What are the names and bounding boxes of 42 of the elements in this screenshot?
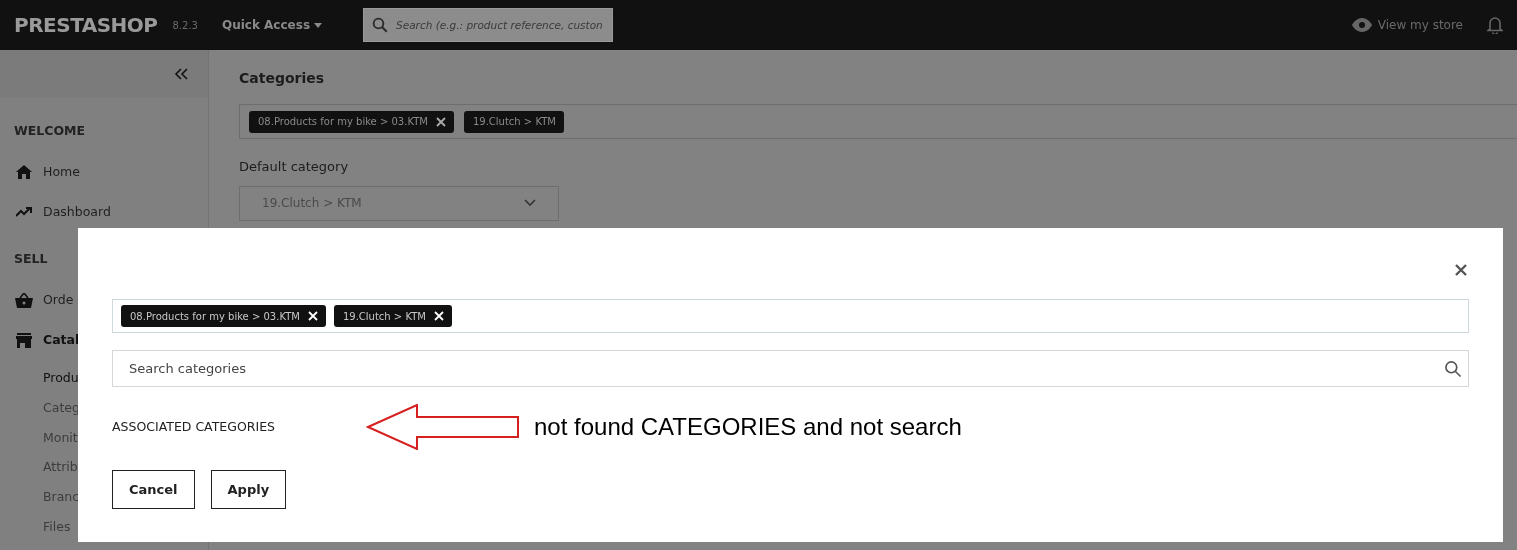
trend-icon xyxy=(15,207,32,217)
remove-icon[interactable] xyxy=(435,116,446,127)
search-icon xyxy=(371,16,390,34)
category-tag: 08.Products for my bike > 03.KTM xyxy=(249,110,454,133)
tag-input[interactable]: 08.Products for my bike > 03.KTM 19.Clutch > KTM xyxy=(239,104,1517,139)
search-icon xyxy=(1443,359,1463,379)
sidebar-item[interactable]: Home xyxy=(43,162,80,182)
category-tag: 08.Products for my bike > 03.KTM xyxy=(121,305,326,327)
section-title: Categories xyxy=(239,69,326,88)
sidebar-subitem[interactable]: Branc xyxy=(43,488,80,507)
sidebar-section-title: SELL xyxy=(14,250,49,268)
version-label: 8.2.3 xyxy=(172,18,198,33)
sidebar-subitem[interactable]: Files xyxy=(43,517,71,537)
sidebar-item[interactable]: Dashboard xyxy=(43,202,111,222)
caret-icon xyxy=(314,22,323,28)
sidebar-section-title: WELCOME xyxy=(14,122,87,140)
eye-icon xyxy=(1351,18,1372,32)
sidebar-item[interactable]: Orde xyxy=(43,290,74,310)
default-category-select[interactable]: 19.Clutch > KTM xyxy=(239,185,559,221)
sidebar-subitem[interactable]: Attrib xyxy=(43,458,78,477)
apply-button[interactable]: Apply xyxy=(210,470,287,509)
collapse-icon[interactable] xyxy=(174,68,188,80)
sidebar-subitem[interactable]: Produ xyxy=(43,369,79,388)
logo[interactable]: PRESTASHOP xyxy=(14,10,158,40)
cancel-button[interactable]: Cancel xyxy=(112,470,195,509)
search-field[interactable]: Search (e.g.: product reference, custon xyxy=(363,8,614,42)
home-icon xyxy=(15,165,32,179)
field-label: Default category xyxy=(239,158,350,176)
section-heading: ASSOCIATED CATEGORIES xyxy=(112,417,276,436)
search-field[interactable]: Search categories xyxy=(112,350,1469,387)
store-icon xyxy=(15,332,32,348)
quick-access-menu[interactable]: Quick Access xyxy=(221,16,323,34)
chevron-down-icon xyxy=(524,199,536,207)
annotation-text: not found CATEGORIES and not search xyxy=(534,412,962,442)
category-tag: 19.Clutch > KTM xyxy=(333,305,452,327)
view-store-link[interactable]: View my store xyxy=(1377,16,1463,34)
bell-icon[interactable] xyxy=(1487,16,1503,34)
basket-icon xyxy=(14,292,33,308)
sidebar-subitem[interactable]: Monit xyxy=(43,428,78,448)
sidebar-item[interactable]: Catal xyxy=(43,330,80,350)
category-tag: 19.Clutch > KTM xyxy=(463,110,564,133)
close-icon[interactable] xyxy=(1455,264,1467,276)
